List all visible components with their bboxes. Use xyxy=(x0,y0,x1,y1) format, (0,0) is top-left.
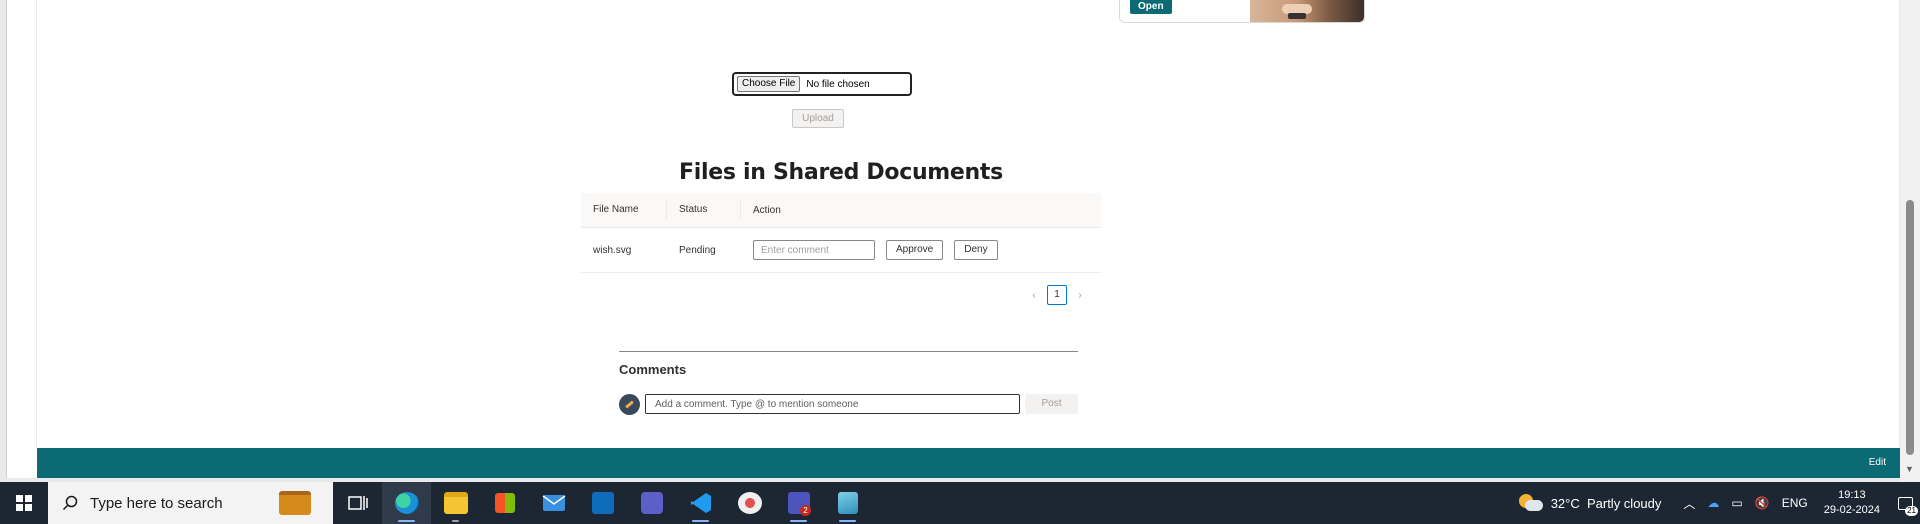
next-page-icon[interactable]: › xyxy=(1075,290,1085,301)
file-explorer-icon[interactable] xyxy=(431,482,480,524)
deny-button[interactable]: Deny xyxy=(954,240,998,260)
partly-cloudy-icon xyxy=(1518,494,1543,512)
microsoft-store-icon[interactable] xyxy=(480,482,529,524)
vs-code-icon[interactable] xyxy=(676,482,725,524)
clock[interactable]: 19:13 29-02-2024 xyxy=(1824,488,1880,518)
action-cell: Enter comment Approve Deny xyxy=(741,240,998,260)
start-button[interactable] xyxy=(0,482,48,524)
teams-classic-icon[interactable]: 2 xyxy=(774,482,823,524)
language-indicator[interactable]: ENG xyxy=(1782,496,1808,510)
running-indicator xyxy=(790,520,807,522)
comments-divider xyxy=(619,351,1078,352)
browser-frame: Open Choose File No file chosen Upload F… xyxy=(0,0,1920,482)
upload-button[interactable]: Upload xyxy=(792,109,844,128)
outlook-icon[interactable] xyxy=(578,482,627,524)
running-indicator xyxy=(839,520,856,522)
ad-image xyxy=(1250,0,1364,22)
weather-condition: Partly cloudy xyxy=(1586,495,1662,511)
ad-card[interactable]: Open xyxy=(1119,0,1365,23)
ad-open-button[interactable]: Open xyxy=(1130,0,1172,14)
file-name-cell: wish.svg xyxy=(593,244,632,256)
avatar xyxy=(619,394,640,415)
left-gutter xyxy=(7,0,37,448)
column-header-file-name[interactable]: File Name xyxy=(581,200,667,220)
table-row: wish.svg Pending Enter comment Approve D… xyxy=(581,228,1101,273)
add-comment-input[interactable]: Add a comment. Type @ to mention someone xyxy=(645,394,1020,414)
notification-center-icon[interactable]: 21 xyxy=(1890,482,1920,524)
page-number-button[interactable]: 1 xyxy=(1047,285,1067,305)
weather-widget[interactable]: 32°C Partly cloudy xyxy=(1518,494,1662,512)
notification-count: 21 xyxy=(1905,506,1918,516)
task-view-icon[interactable] xyxy=(333,482,382,524)
approve-button[interactable]: Approve xyxy=(886,240,944,260)
clock-date: 29-02-2024 xyxy=(1823,504,1880,516)
taskbar-search[interactable]: Type here to search xyxy=(48,482,333,524)
no-file-text: No file chosen xyxy=(806,78,870,90)
snipping-tool-icon[interactable] xyxy=(725,482,774,524)
clock-time: 19:13 xyxy=(1838,489,1866,501)
volume-muted-icon[interactable]: 🔇 xyxy=(1755,496,1770,510)
prev-page-icon[interactable]: ‹ xyxy=(1029,290,1039,301)
mail-icon[interactable] xyxy=(529,482,578,524)
network-icon[interactable]: ▭ xyxy=(1731,496,1742,510)
taskbar: Type here to search 2 32°C Partly cloudy… xyxy=(0,482,1920,524)
edge-browser-icon[interactable] xyxy=(382,482,431,524)
scroll-down-arrow-icon[interactable]: ▼ xyxy=(1905,464,1914,474)
file-input[interactable]: Choose File No file chosen xyxy=(732,72,912,96)
system-tray: 32°C Partly cloudy ︿ ☁ ▭ 🔇 ENG 19:13 29-… xyxy=(1518,482,1920,524)
ad-device-graphic xyxy=(1288,13,1306,19)
running-indicator xyxy=(452,520,459,522)
choose-file-button[interactable]: Choose File xyxy=(737,76,801,92)
windows-logo-icon xyxy=(16,495,32,511)
comments-title: Comments xyxy=(619,362,687,377)
scrollbar-thumb[interactable] xyxy=(1906,200,1914,455)
running-indicator xyxy=(692,520,709,522)
pagination: ‹ 1 › xyxy=(1029,285,1085,305)
chevron-up-icon[interactable]: ︿ xyxy=(1683,495,1695,512)
search-highlight-briefcase-icon xyxy=(279,491,311,515)
search-placeholder: Type here to search xyxy=(90,494,223,512)
status-cell: Pending xyxy=(679,244,716,256)
footer-bar: Edit xyxy=(37,448,1906,478)
column-header-status[interactable]: Status xyxy=(667,200,741,220)
active-indicator xyxy=(398,520,415,522)
files-section-title: Files in Shared Documents xyxy=(679,160,1003,185)
teams-icon[interactable] xyxy=(627,482,676,524)
edit-link[interactable]: Edit xyxy=(1869,457,1886,468)
vertical-scrollbar[interactable]: ▼ xyxy=(1900,0,1920,482)
teams-notification-badge: 2 xyxy=(800,505,811,516)
post-button[interactable]: Post xyxy=(1025,394,1078,414)
files-table: File Name Status Action wish.svg Pending… xyxy=(581,193,1101,273)
onedrive-cloud-icon[interactable]: ☁ xyxy=(1707,496,1719,510)
notepad-icon[interactable] xyxy=(823,482,872,524)
column-header-action[interactable]: Action xyxy=(741,205,781,216)
row-comment-input[interactable]: Enter comment xyxy=(753,240,875,260)
weather-temp: 32°C xyxy=(1550,495,1580,511)
search-icon xyxy=(62,495,78,511)
avatar-pencil-icon xyxy=(625,400,634,409)
sharepoint-page: Open Choose File No file chosen Upload F… xyxy=(6,0,1906,478)
table-header: File Name Status Action xyxy=(581,193,1101,228)
